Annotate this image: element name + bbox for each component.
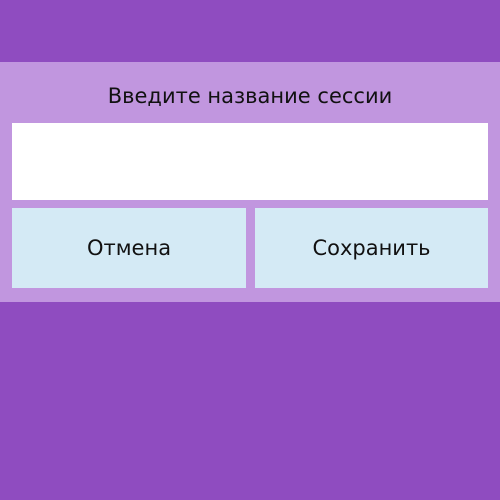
- screen: { "dialog": { "prompt": "Введите названи…: [0, 0, 500, 500]
- save-button[interactable]: Сохранить: [255, 208, 488, 288]
- session-name-input[interactable]: [12, 123, 488, 200]
- session-name-dialog: Введите название сессии Отмена Сохранить: [0, 62, 500, 302]
- dialog-prompt: Введите название сессии: [107, 84, 393, 108]
- cancel-button[interactable]: Отмена: [12, 208, 246, 288]
